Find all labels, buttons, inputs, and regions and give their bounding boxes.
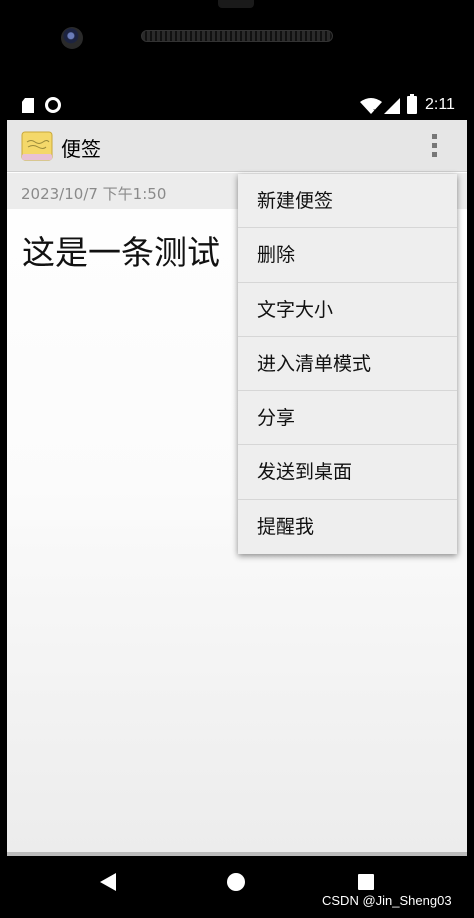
sync-icon (45, 97, 61, 113)
note-content[interactable]: 这是一条测试 (22, 226, 220, 274)
back-icon[interactable] (100, 873, 116, 891)
sd-card-icon (22, 98, 34, 113)
menu-item-delete[interactable]: 删除 (238, 228, 457, 283)
svg-text:x: x (373, 107, 377, 114)
recent-apps-icon[interactable] (358, 874, 374, 890)
home-icon[interactable] (227, 873, 245, 891)
notes-app-icon (21, 131, 53, 161)
status-bar (0, 90, 474, 120)
app-title: 便签 (61, 137, 101, 161)
camera-icon (61, 27, 83, 49)
menu-item-remind-me[interactable]: 提醒我 (238, 500, 457, 554)
battery-icon (407, 94, 417, 114)
signal-icon (384, 98, 400, 114)
options-menu: 新建便签 删除 文字大小 进入清单模式 分享 发送到桌面 提醒我 (238, 174, 457, 554)
status-time: 2:11 (425, 96, 455, 113)
action-bar: 便签 (7, 120, 467, 172)
phone-notch (218, 0, 254, 8)
menu-item-share[interactable]: 分享 (238, 391, 457, 446)
speaker-grille (141, 30, 333, 42)
menu-item-send-to-desktop[interactable]: 发送到桌面 (238, 445, 457, 500)
watermark: CSDN @Jin_Sheng03 (322, 893, 452, 908)
menu-item-new-note[interactable]: 新建便签 (238, 174, 457, 229)
overflow-menu-icon[interactable] (429, 134, 439, 160)
wifi-icon: x (360, 98, 382, 114)
menu-item-checklist-mode[interactable]: 进入清单模式 (238, 337, 457, 392)
menu-item-font-size[interactable]: 文字大小 (238, 283, 457, 337)
note-modified-date: 2023/10/7 下午1:50 (21, 185, 167, 203)
